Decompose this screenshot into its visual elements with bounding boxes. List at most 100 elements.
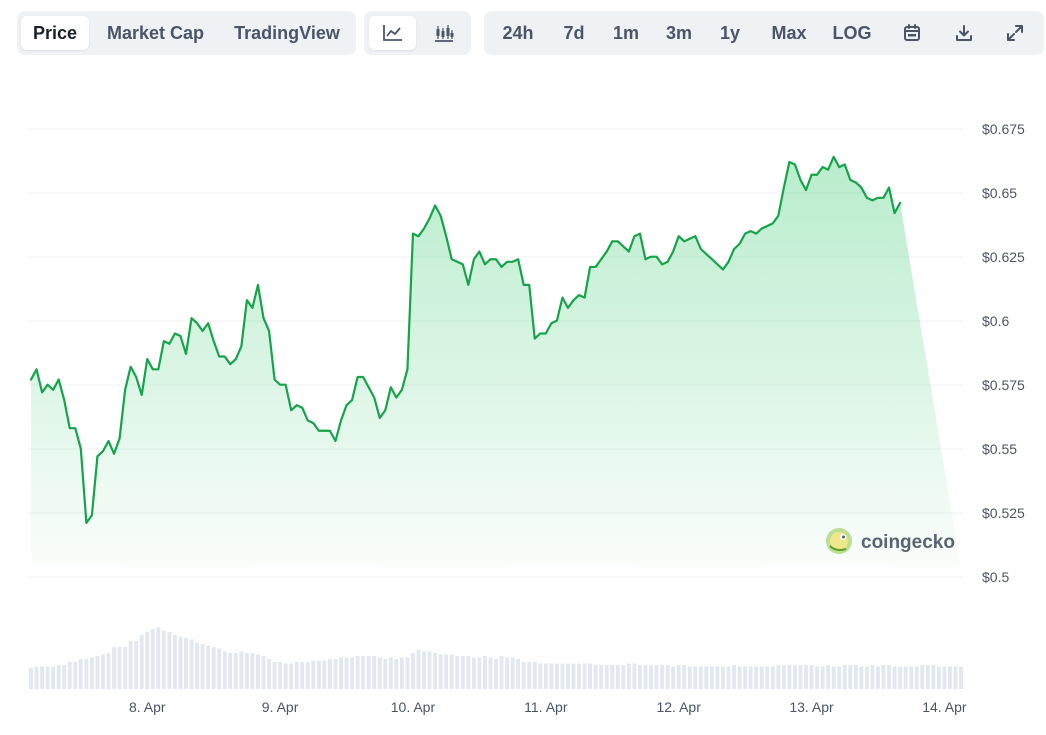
volume-bar [521,662,526,689]
volume-bar [471,657,476,689]
volume-bar [748,666,753,689]
volume-bar [621,665,626,689]
volume-bar [754,666,759,689]
volume-bar [128,641,133,689]
volume-bar [870,665,875,689]
volume-bar [909,666,914,689]
volume-bar [527,662,532,689]
y-tick-label: $0.55 [982,441,1017,457]
volume-bar [388,657,393,689]
volume-bar [632,663,637,689]
volume-bar [211,647,216,689]
x-tick-label: 13. Apr [789,699,834,715]
volume-bar [34,666,39,689]
volume-bar [355,656,360,689]
volume-bar [776,665,781,689]
y-tick-label: $0.5 [982,569,1009,585]
price-chart[interactable]: $0.675 $0.65 $0.625 $0.6 $0.575 $0.55 $0.525 $0… [0,0,1046,735]
volume-bar [588,663,593,689]
coingecko-watermark: coingecko [826,528,955,554]
volume-bar [344,657,349,689]
volume-bar [516,659,521,689]
volume-bar [29,668,33,689]
volume-bar [416,650,421,689]
x-axis-labels: 8. Apr 9. Apr 10. Apr 11. Apr 12. Apr 13. Apr… [129,699,967,715]
volume-bar [787,665,792,689]
volume-bar [549,663,554,689]
volume-bar [532,662,537,689]
volume-bar [715,666,720,689]
volume-bar [189,639,194,689]
volume-bar [178,636,183,689]
y-tick-label: $0.6 [982,313,1009,329]
volume-bar [222,651,227,689]
volume-bar [732,665,736,689]
volume-bar [112,647,116,689]
volume-bar [449,654,454,689]
y-tick-label: $0.675 [982,121,1025,137]
volume-bar [876,666,880,689]
volume-bar [466,656,471,689]
volume-bar [737,666,742,689]
volume-bar [654,665,659,689]
volume-bar [804,665,808,689]
volume-bar [256,654,260,689]
volume-bar [660,665,665,689]
volume-bar [914,666,919,689]
volume-bar [184,638,188,689]
volume-bar [294,662,299,689]
x-tick-label: 9. Apr [262,699,299,715]
volume-bar [726,666,731,689]
volume-bar [953,666,958,689]
x-tick-label: 10. Apr [391,699,436,715]
volume-bar [577,663,581,689]
volume-bar [200,644,205,689]
volume-bar [903,666,908,689]
volume-bar [106,653,111,689]
volume-bar [560,663,565,689]
y-tick-label: $0.65 [982,185,1017,201]
volume-bar [593,665,598,689]
volume-bar [316,660,321,689]
volume-bar [571,663,576,689]
volume-bar [327,659,332,689]
volume-bar [709,666,714,689]
volume-bar [333,659,338,689]
volume-bar [156,627,161,689]
volume-bar [244,653,249,689]
volume-bar [383,659,388,689]
volume-bar [167,632,172,689]
volume-bar [411,653,415,689]
y-tick-label: $0.525 [982,505,1025,521]
volume-bar [217,648,222,689]
volume-bar [145,632,150,689]
volume-bar [510,657,515,689]
x-tick-label: 14. Apr [922,699,967,715]
volume-bar [643,665,648,689]
volume-bar [809,665,814,689]
volume-bar [820,666,825,689]
volume-bar [582,663,587,689]
price-area [31,156,961,569]
volume-bar [206,645,211,689]
x-tick-label: 11. Apr [524,699,568,715]
volume-bar [84,659,89,689]
volume-bar [56,665,61,689]
volume-bar [405,657,410,689]
volume-bar [250,653,255,689]
volume-bar [361,656,366,689]
volume-bar [942,666,947,689]
volume-bar [394,659,399,689]
volume-bar [959,666,963,689]
volume-bar [665,665,670,689]
volume-bar [682,665,687,689]
volume-bar [853,665,858,689]
volume-bar [339,657,343,689]
volume-bar [366,656,371,689]
volume-bar [887,665,891,689]
y-tick-label: $0.575 [982,377,1025,393]
volume-bar [826,665,831,689]
volume-bar [239,651,244,689]
watermark-text: coingecko [861,532,955,553]
volume-bar [134,641,139,689]
